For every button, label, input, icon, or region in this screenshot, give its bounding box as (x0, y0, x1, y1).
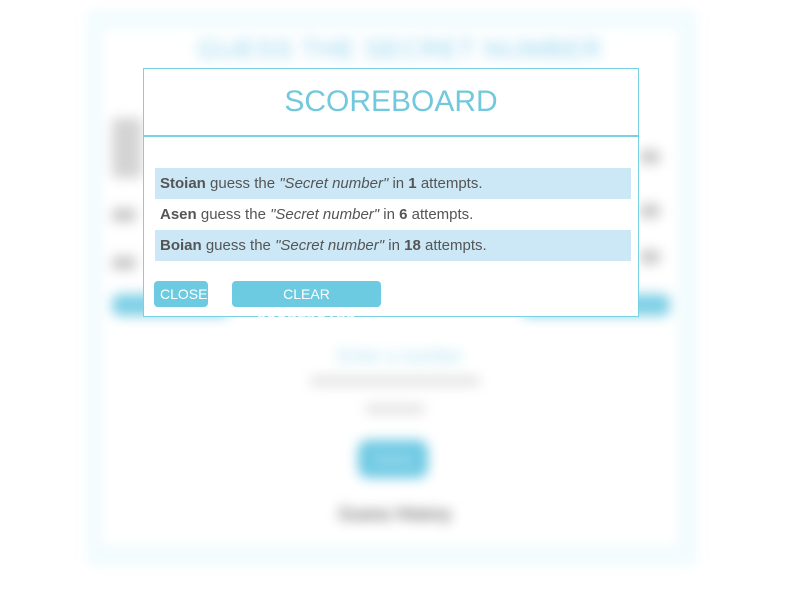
background-text-line (365, 404, 425, 414)
row-text: in (392, 175, 405, 192)
secret-number-text: "Secret number" (270, 206, 380, 223)
secret-number-text: "Secret number" (279, 175, 389, 192)
background-text-line (112, 208, 136, 222)
row-text: guess the (205, 237, 271, 254)
player-name: Asen (160, 206, 197, 223)
dialog-header: SCOREBOARD (144, 69, 638, 137)
background-guess-button: Guess (358, 440, 428, 478)
clear-scoreboard-button[interactable]: CLEAR SCOREBOARD (232, 281, 381, 328)
background-input-label: Enter a number (337, 346, 463, 366)
background-text-line (310, 376, 480, 386)
background-text-line (640, 250, 660, 264)
row-text: in (383, 206, 395, 223)
row-text: attempts. (424, 237, 487, 254)
dialog-title: SCOREBOARD (284, 85, 498, 118)
row-text: in (388, 237, 400, 254)
attempt-count: 1 (408, 175, 417, 192)
background-text-line (112, 256, 136, 270)
score-row: Asen guess the "Secret number" in 6 atte… (155, 199, 631, 230)
background-title: GUESS THE SECRET NUMBER (197, 34, 603, 64)
background-text-line (640, 204, 660, 218)
player-name: Stoian (160, 175, 206, 192)
row-text: attempts. (420, 175, 483, 192)
background-text-line (640, 150, 660, 164)
row-text: guess the (210, 175, 276, 192)
background-text-line (112, 118, 142, 178)
score-row: Stoian guess the "Secret number" in 1 at… (155, 168, 631, 199)
attempt-count: 6 (399, 206, 408, 223)
close-button[interactable]: CLOSE (154, 281, 208, 307)
scoreboard-dialog: SCOREBOARD Stoian guess the "Secret numb… (143, 68, 639, 328)
score-row: Boian guess the "Secret number" in 18 at… (155, 230, 631, 261)
secret-number-text: "Secret number" (275, 237, 385, 254)
player-name: Boian (160, 237, 202, 254)
attempt-count: 18 (404, 237, 421, 254)
row-text: guess the (200, 206, 266, 223)
background-footer: Guess History (338, 504, 452, 524)
row-text: attempts. (411, 206, 474, 223)
score-list: Stoian guess the "Secret number" in 1 at… (155, 168, 631, 261)
